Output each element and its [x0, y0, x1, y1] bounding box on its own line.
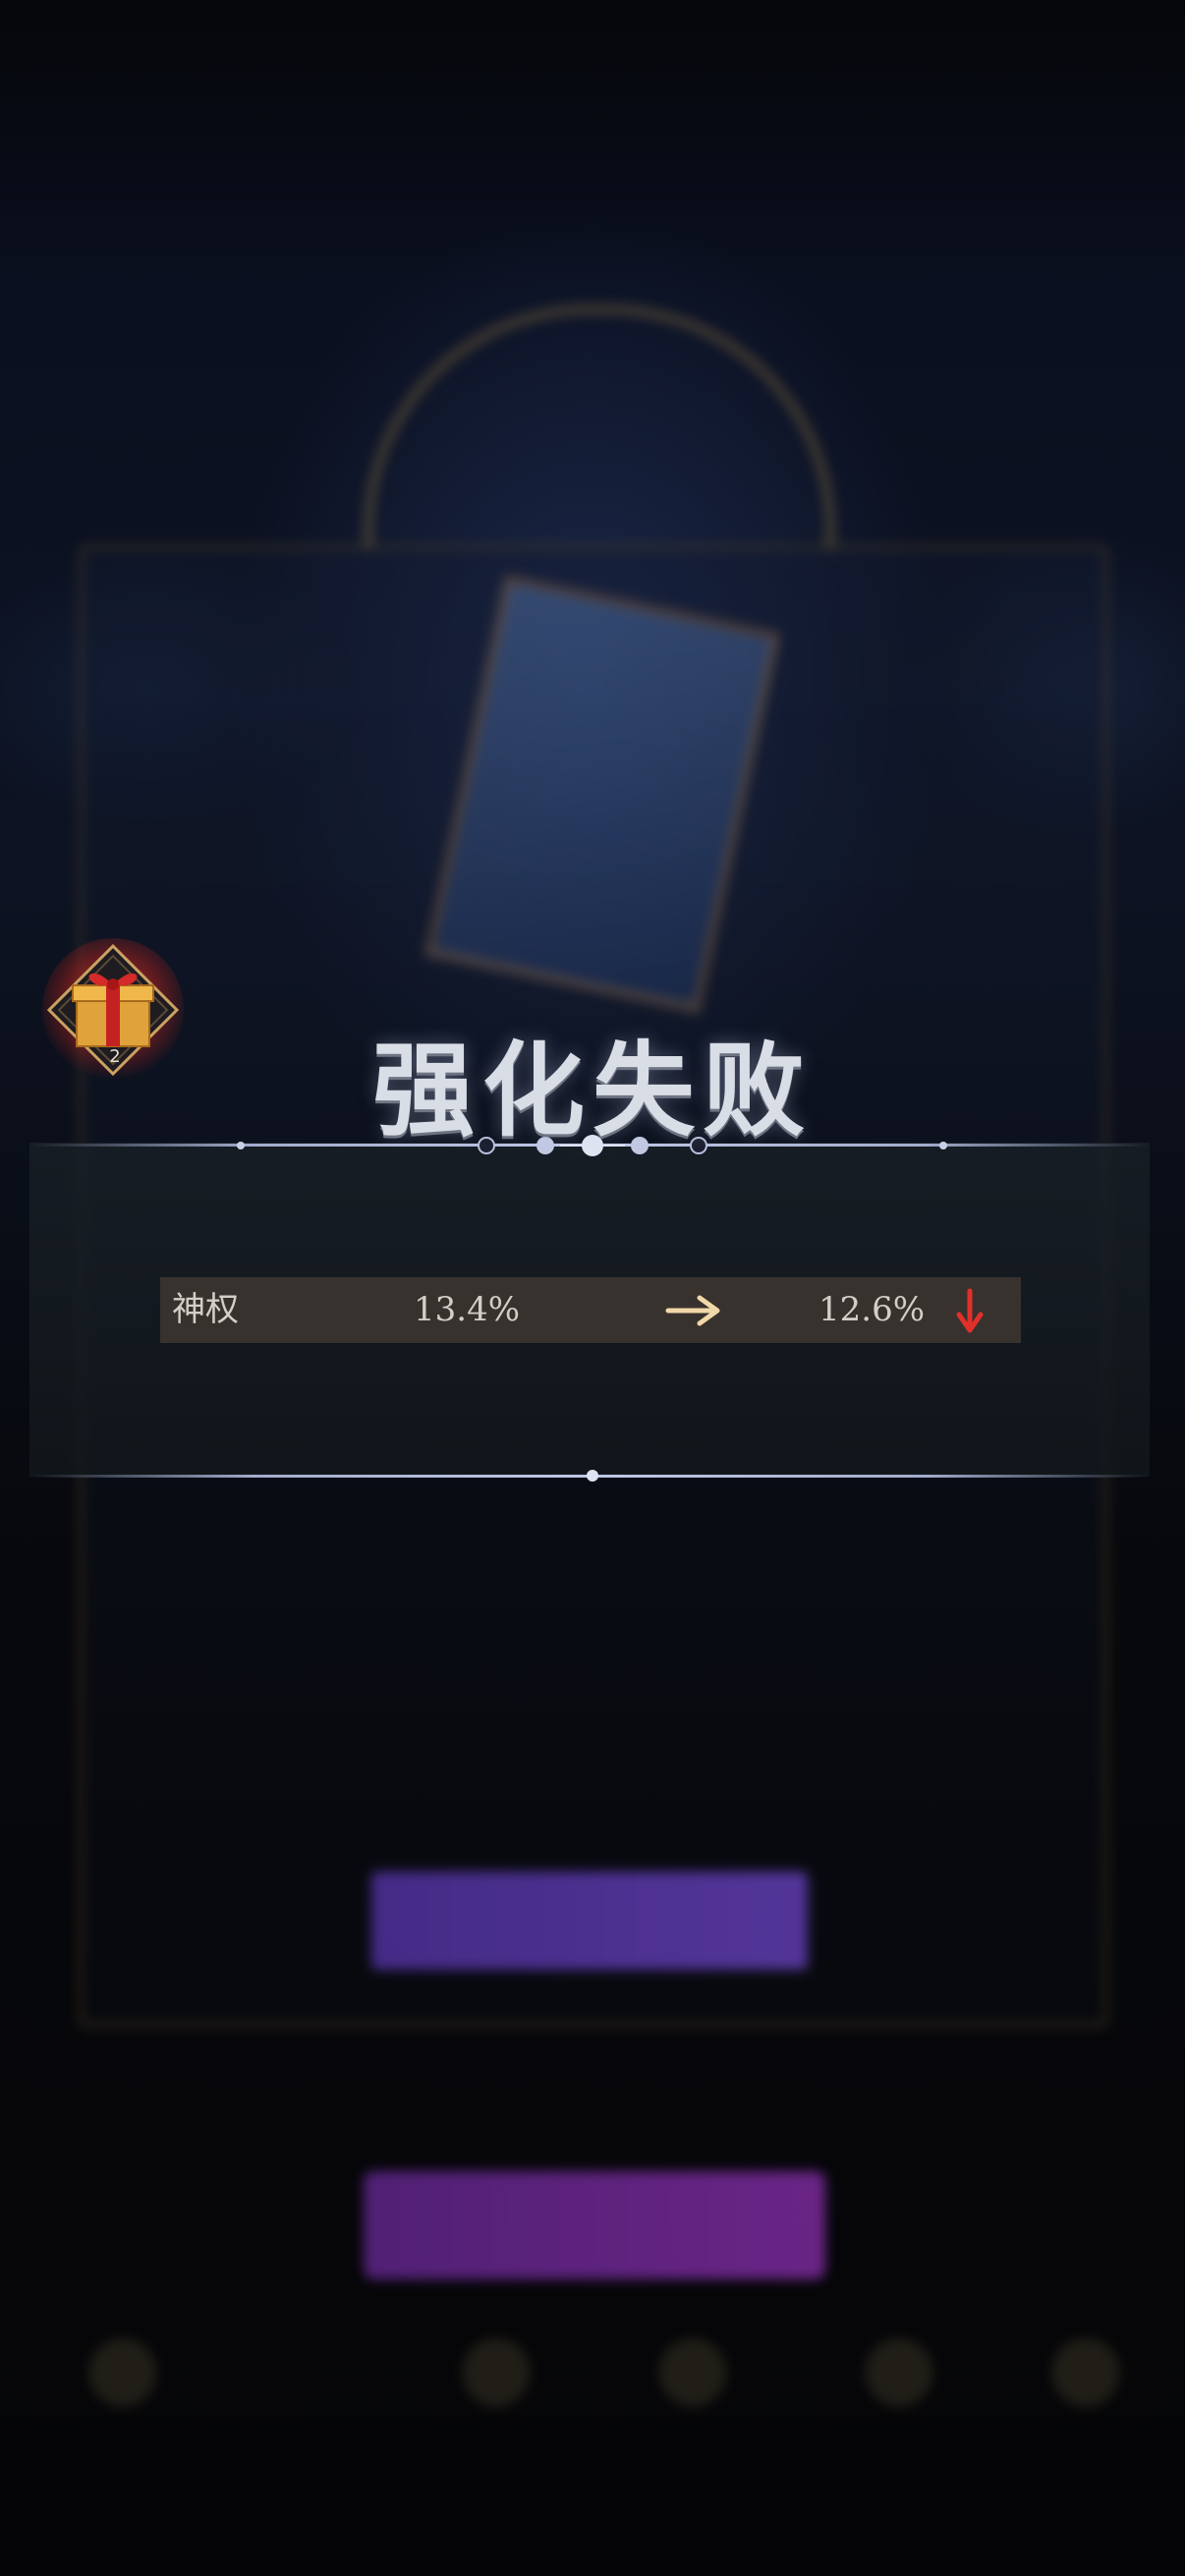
bottom-divider-gem — [587, 1470, 598, 1482]
blurred-nav-icon — [865, 2338, 933, 2407]
blurred-nav-icon — [1051, 2338, 1120, 2407]
blurred-detail-line — [432, 1709, 737, 1749]
blurred-nav-icon — [462, 2338, 531, 2407]
gift-count: 2 — [109, 1046, 121, 1067]
enhance-result-title: 强化失败 — [371, 1030, 813, 1150]
stat-old-value: 13.4% — [414, 1290, 521, 1329]
blurred-top-label — [98, 236, 314, 295]
gift-box-icon[interactable] — [39, 938, 187, 1095]
blurred-gold-label — [452, 2044, 737, 2093]
stat-name: 神权 — [172, 1290, 239, 1329]
blurred-nav-icon — [658, 2338, 727, 2407]
stat-change-row: 神权 13.4% 12.6% — [160, 1277, 1021, 1343]
arrow-right-icon — [665, 1295, 720, 1326]
blurred-enhance-button — [371, 1872, 808, 1970]
blurred-percent-label — [521, 1611, 668, 1670]
blurred-nav-icon — [88, 2338, 157, 2407]
blurred-crown-label — [472, 462, 707, 531]
arrow-down-icon — [956, 1288, 984, 1333]
blurred-bottom-button — [364, 2171, 825, 2279]
blurred-sub-label — [472, 1533, 727, 1582]
stat-new-value: 12.6% — [818, 1290, 926, 1329]
